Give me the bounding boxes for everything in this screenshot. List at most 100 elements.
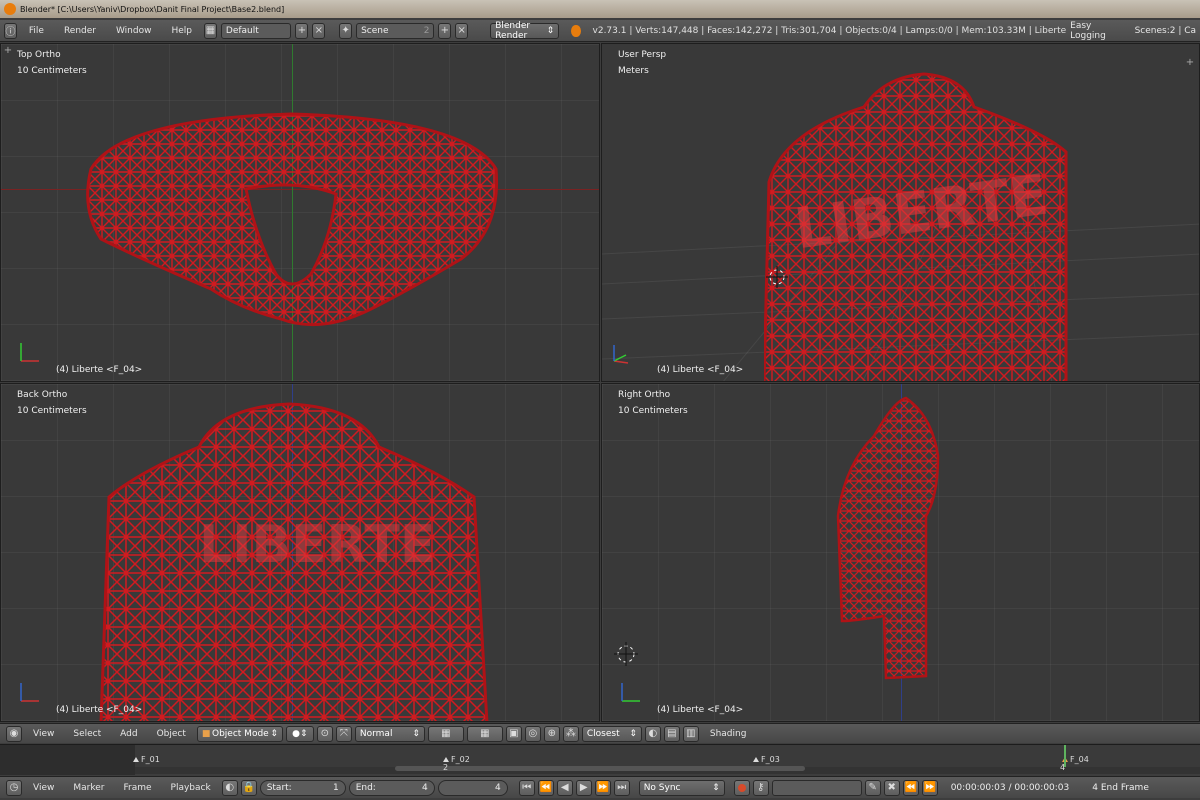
viewport-shading-dropdown[interactable]: ●⇕ (285, 725, 314, 742)
add-layout-icon[interactable]: + (295, 22, 309, 39)
menu-view-timeline[interactable]: View (25, 783, 62, 793)
start-label: Start: (266, 782, 292, 793)
insert-keyframe-icon[interactable]: ✎ (864, 779, 881, 796)
render-engine-dropdown[interactable]: Blender Render ⇕ (490, 21, 560, 41)
grid-scale-label: 10 Centimeters (17, 406, 87, 416)
3d-cursor-icon[interactable] (614, 642, 638, 666)
svg-text:LIBERTE: LIBERTE (199, 515, 435, 575)
viewport-back-ortho[interactable]: LIBERTE Back Ortho 10 Centimeters (4) Li… (0, 383, 600, 722)
view-name-label: Top Ortho (17, 50, 61, 60)
keying-set-icon[interactable]: ⚷ (752, 779, 769, 796)
proportional-edit-icon[interactable]: ◎ (524, 725, 541, 742)
view-name-label: User Persp (618, 50, 667, 60)
menu-window[interactable]: Window (108, 26, 160, 36)
layout-grid-icon[interactable]: ▦ (204, 22, 217, 39)
playback-time-readout: 00:00:00:03 / 00:00:00:03 (950, 782, 1070, 793)
viewport-right-ortho[interactable]: Right Ortho 10 Centimeters (4) Liberte <… (601, 383, 1200, 722)
3d-cursor-icon[interactable] (766, 266, 788, 288)
remove-scene-icon[interactable]: × (455, 22, 469, 39)
jump-keyframe-back-icon[interactable]: ⏪ (537, 779, 554, 796)
axis-gizmo-icon (621, 683, 640, 702)
scene-field[interactable]: Scene 2 (356, 22, 435, 39)
easy-logging-button[interactable]: Easy Logging (1070, 21, 1130, 41)
shading-panel-label[interactable]: Shading (702, 729, 755, 739)
wireframe-mesh-back: LIBERTE (99, 402, 489, 721)
properties-toggle-icon[interactable]: + (1185, 58, 1195, 68)
end-value: 4 (421, 782, 428, 793)
snap-element-icon[interactable]: ⁂ (562, 725, 579, 742)
active-object-label: (4) Liberte <F_04> (657, 365, 744, 375)
layers-right-icon[interactable]: ▦ (466, 725, 503, 742)
next-keyframe-icon[interactable]: ⏩ (921, 779, 938, 796)
current-frame-field[interactable]: 4 (437, 779, 508, 796)
jump-start-icon[interactable]: ⏮ (518, 779, 535, 796)
render-layer-icon[interactable]: ▣ (505, 725, 522, 742)
orientation-label: Normal (359, 728, 393, 739)
menu-frame[interactable]: Frame (115, 783, 159, 793)
timeline-frame-range[interactable] (135, 745, 1200, 767)
timeline-scrollbar[interactable] (395, 766, 805, 771)
timeline-header: ◷ View Marker Frame Playback ◐ 🔒 Start: … (0, 776, 1200, 798)
end-frame-status: 4 End Frame (1092, 782, 1149, 793)
play-reverse-icon[interactable]: ◀ (556, 779, 573, 796)
scene-name: Scene (361, 25, 389, 36)
opengl-render-icon[interactable]: ▤ (663, 725, 680, 742)
window-title-bar: Blender* [C:\Users\Yaniv\Dropbox\Danit F… (0, 0, 1200, 18)
menu-object[interactable]: Object (149, 729, 194, 739)
opengl-animation-icon[interactable]: ▥ (682, 725, 699, 742)
menu-help[interactable]: Help (163, 26, 200, 36)
start-frame-field[interactable]: Start: 1 (259, 779, 346, 796)
mode-dropdown[interactable]: ■ Object Mode ⇕ (196, 725, 283, 742)
frame-number-4: 4 (1060, 763, 1066, 772)
layout-field[interactable]: Default (220, 22, 292, 39)
marker-f01[interactable]: F_01 (133, 755, 160, 764)
tool-shelf-toggle-icon[interactable]: + (3, 46, 13, 56)
auto-keying-button[interactable] (733, 779, 750, 796)
menu-file[interactable]: File (21, 26, 52, 36)
wireframe-mesh-persp: LIBERTE (764, 72, 1068, 381)
marker-f03[interactable]: F_03 (753, 755, 780, 764)
delete-keyframe-icon[interactable]: ✖ (883, 779, 900, 796)
marker-icon (443, 757, 449, 762)
jump-end-icon[interactable]: ⏭ (613, 779, 630, 796)
layers-left-icon[interactable]: ▦ (427, 725, 464, 742)
transform-orientation-dropdown[interactable]: Normal ⇕ (354, 725, 425, 742)
end-frame-field[interactable]: End: 4 (348, 779, 435, 796)
scene-icon[interactable]: ✦ (339, 22, 353, 39)
marker-label: F_01 (141, 755, 160, 764)
scene-users-count: 2 (423, 25, 430, 36)
snap-toggle-icon[interactable]: ⊕ (543, 725, 560, 742)
prev-keyframe-icon[interactable]: ⏪ (902, 779, 919, 796)
menu-playback[interactable]: Playback (163, 783, 219, 793)
timeline-area[interactable]: F_01 F_02 F_03 F_04 2 4 (0, 744, 1200, 775)
snap-target-dropdown[interactable]: Closest ⇕ (581, 725, 642, 742)
render-preview-icon[interactable]: ◐ (644, 725, 661, 742)
menu-render[interactable]: Render (56, 26, 104, 36)
viewport-user-persp[interactable]: LIBERTE User Persp Meters (4) Liberte <F… (601, 43, 1200, 382)
editor-type-3d-icon[interactable]: ◉ (6, 725, 22, 742)
info-header: ⓘ File Render Window Help ▦ Default + × … (0, 20, 1200, 42)
jump-keyframe-forward-icon[interactable]: ⏩ (594, 779, 611, 796)
remove-layout-icon[interactable]: × (312, 22, 326, 39)
marker-icon (753, 757, 759, 762)
play-icon[interactable]: ▶ (575, 779, 592, 796)
preview-range-icon[interactable]: ◐ (221, 779, 238, 796)
lock-range-icon[interactable]: 🔒 (240, 779, 257, 796)
record-icon (737, 783, 746, 792)
sync-mode-dropdown[interactable]: No Sync ⇕ (638, 779, 725, 796)
end-label: End: (355, 782, 376, 793)
manipulator-icon[interactable]: ⤧ (335, 725, 352, 742)
keying-set-field[interactable] (771, 779, 862, 796)
axis-gizmo-icon (613, 345, 629, 364)
menu-select[interactable]: Select (65, 729, 109, 739)
menu-view[interactable]: View (25, 729, 62, 739)
viewport-top-ortho[interactable]: Top Ortho 10 Centimeters (4) Liberte <F_… (0, 43, 600, 382)
add-scene-icon[interactable]: + (438, 22, 452, 39)
menu-marker[interactable]: Marker (65, 783, 112, 793)
editor-type-icon[interactable]: ⓘ (4, 22, 17, 39)
marker-f04[interactable]: F_04 (1062, 755, 1089, 764)
editor-type-timeline-icon[interactable]: ◷ (6, 779, 22, 796)
pivot-point-icon[interactable]: ⊙ (316, 725, 333, 742)
window-title: Blender* [C:\Users\Yaniv\Dropbox\Danit F… (20, 4, 285, 14)
menu-add[interactable]: Add (112, 729, 145, 739)
